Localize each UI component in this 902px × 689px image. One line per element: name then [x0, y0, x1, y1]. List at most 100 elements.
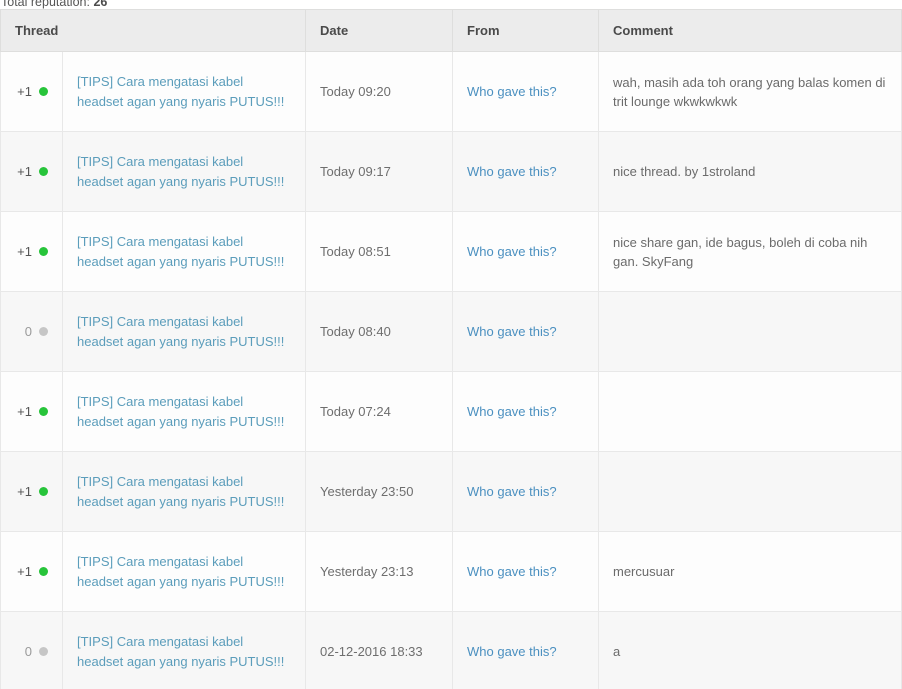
- from-cell: Who gave this?: [452, 211, 599, 292]
- who-gave-this-link[interactable]: Who gave this?: [467, 164, 557, 179]
- thread-cell: [TIPS] Cara mengatasi kabel headset agan…: [62, 131, 306, 212]
- column-header-from[interactable]: From: [452, 9, 599, 52]
- reputation-score-cell: +1: [0, 51, 63, 132]
- positive-dot-icon: [39, 567, 48, 576]
- from-cell: Who gave this?: [452, 371, 599, 452]
- from-cell: Who gave this?: [452, 531, 599, 612]
- comment-cell: nice thread. by 1stroland: [598, 131, 902, 212]
- thread-title-link[interactable]: [TIPS] Cara mengatasi kabel headset agan…: [77, 72, 291, 112]
- reputation-score-value: +1: [17, 84, 32, 99]
- table-row: 0 [TIPS] Cara mengatasi kabel headset aga…: [0, 611, 902, 689]
- who-gave-this-link[interactable]: Who gave this?: [467, 404, 557, 419]
- reputation-score: +1: [17, 404, 48, 419]
- thread-cell: [TIPS] Cara mengatasi kabel headset agan…: [62, 611, 306, 689]
- who-gave-this-link[interactable]: Who gave this?: [467, 644, 557, 659]
- positive-dot-icon: [39, 247, 48, 256]
- thread-title-link[interactable]: [TIPS] Cara mengatasi kabel headset agan…: [77, 552, 291, 592]
- reputation-score-cell: +1: [0, 451, 63, 532]
- reputation-score-cell: +1: [0, 531, 63, 612]
- from-cell: Who gave this?: [452, 131, 599, 212]
- date-cell: Today 09:20: [305, 51, 453, 132]
- date-cell: Today 08:51: [305, 211, 453, 292]
- comment-cell: mercusuar: [598, 531, 902, 612]
- reputation-score-value: +1: [17, 564, 32, 579]
- reputation-score-cell: 0: [0, 611, 63, 689]
- reputation-page: Total reputation: 26 Thread Date From Co…: [0, 0, 902, 689]
- table-row: +1 [TIPS] Cara mengatasi kabel headset ag…: [0, 531, 902, 612]
- reputation-score-value: +1: [17, 164, 32, 179]
- reputation-score: +1: [17, 164, 48, 179]
- reputation-score: 0: [25, 324, 48, 339]
- comment-cell: a: [598, 611, 902, 689]
- column-header-thread[interactable]: Thread: [0, 9, 63, 52]
- table-row: +1 [TIPS] Cara mengatasi kabel headset ag…: [0, 211, 902, 292]
- neutral-dot-icon: [39, 647, 48, 656]
- comment-cell: [598, 371, 902, 452]
- reputation-score-value: +1: [17, 484, 32, 499]
- reputation-score-value: +1: [17, 404, 32, 419]
- positive-dot-icon: [39, 487, 48, 496]
- reputation-score: +1: [17, 564, 48, 579]
- thread-cell: [TIPS] Cara mengatasi kabel headset agan…: [62, 51, 306, 132]
- thread-title-link[interactable]: [TIPS] Cara mengatasi kabel headset agan…: [77, 152, 291, 192]
- comment-cell: [598, 451, 902, 532]
- who-gave-this-link[interactable]: Who gave this?: [467, 244, 557, 259]
- reputation-score: +1: [17, 484, 48, 499]
- reputation-score-value: 0: [24, 644, 32, 659]
- reputation-score-value: 0: [24, 324, 32, 339]
- table-row: +1 [TIPS] Cara mengatasi kabel headset ag…: [0, 51, 902, 132]
- comment-cell: nice share gan, ide bagus, boleh di coba…: [598, 211, 902, 292]
- comment-cell: [598, 291, 902, 372]
- positive-dot-icon: [39, 87, 48, 96]
- reputation-score-cell: +1: [0, 371, 63, 452]
- table-row: +1 [TIPS] Cara mengatasi kabel headset ag…: [0, 371, 902, 452]
- reputation-score-cell: +1: [0, 211, 63, 292]
- date-cell: Today 08:40: [305, 291, 453, 372]
- thread-title-link[interactable]: [TIPS] Cara mengatasi kabel headset agan…: [77, 232, 291, 272]
- date-cell: Today 07:24: [305, 371, 453, 452]
- table-header: Thread Date From Comment: [0, 9, 902, 52]
- table-body: +1 [TIPS] Cara mengatasi kabel headset ag…: [0, 51, 902, 689]
- thread-title-link[interactable]: [TIPS] Cara mengatasi kabel headset agan…: [77, 312, 291, 352]
- reputation-score: +1: [17, 244, 48, 259]
- from-cell: Who gave this?: [452, 611, 599, 689]
- thread-cell: [TIPS] Cara mengatasi kabel headset agan…: [62, 291, 306, 372]
- date-cell: Yesterday 23:50: [305, 451, 453, 532]
- column-header-thread-spacer: [62, 9, 306, 52]
- total-reputation-value: 26: [93, 0, 108, 9]
- who-gave-this-link[interactable]: Who gave this?: [467, 84, 557, 99]
- who-gave-this-link[interactable]: Who gave this?: [467, 324, 557, 339]
- thread-cell: [TIPS] Cara mengatasi kabel headset agan…: [62, 531, 306, 612]
- reputation-score: +1: [17, 84, 48, 99]
- table-header-row: Thread Date From Comment: [0, 9, 902, 52]
- neutral-dot-icon: [39, 327, 48, 336]
- thread-title-link[interactable]: [TIPS] Cara mengatasi kabel headset agan…: [77, 632, 291, 672]
- who-gave-this-link[interactable]: Who gave this?: [467, 564, 557, 579]
- reputation-score-cell: +1: [0, 131, 63, 212]
- from-cell: Who gave this?: [452, 51, 599, 132]
- date-cell: Today 09:17: [305, 131, 453, 212]
- comment-cell: wah, masih ada toh orang yang balas kome…: [598, 51, 902, 132]
- reputation-score-value: +1: [17, 244, 32, 259]
- who-gave-this-link[interactable]: Who gave this?: [467, 484, 557, 499]
- reputation-score-cell: 0: [0, 291, 63, 372]
- thread-cell: [TIPS] Cara mengatasi kabel headset agan…: [62, 451, 306, 532]
- table-row: +1 [TIPS] Cara mengatasi kabel headset ag…: [0, 451, 902, 532]
- column-header-comment[interactable]: Comment: [598, 9, 902, 52]
- date-cell: 02-12-2016 18:33: [305, 611, 453, 689]
- column-header-date[interactable]: Date: [305, 9, 453, 52]
- total-reputation-label: Total reputation:: [1, 0, 90, 9]
- from-cell: Who gave this?: [452, 451, 599, 532]
- positive-dot-icon: [39, 407, 48, 416]
- thread-title-link[interactable]: [TIPS] Cara mengatasi kabel headset agan…: [77, 472, 291, 512]
- thread-title-link[interactable]: [TIPS] Cara mengatasi kabel headset agan…: [77, 392, 291, 432]
- table-row: +1 [TIPS] Cara mengatasi kabel headset ag…: [0, 131, 902, 212]
- from-cell: Who gave this?: [452, 291, 599, 372]
- thread-cell: [TIPS] Cara mengatasi kabel headset agan…: [62, 211, 306, 292]
- positive-dot-icon: [39, 167, 48, 176]
- reputation-table: Thread Date From Comment +1 [TIPS] Cara m…: [0, 9, 902, 689]
- reputation-score: 0: [25, 644, 48, 659]
- date-cell: Yesterday 23:13: [305, 531, 453, 612]
- table-row: 0 [TIPS] Cara mengatasi kabel headset aga…: [0, 291, 902, 372]
- thread-cell: [TIPS] Cara mengatasi kabel headset agan…: [62, 371, 306, 452]
